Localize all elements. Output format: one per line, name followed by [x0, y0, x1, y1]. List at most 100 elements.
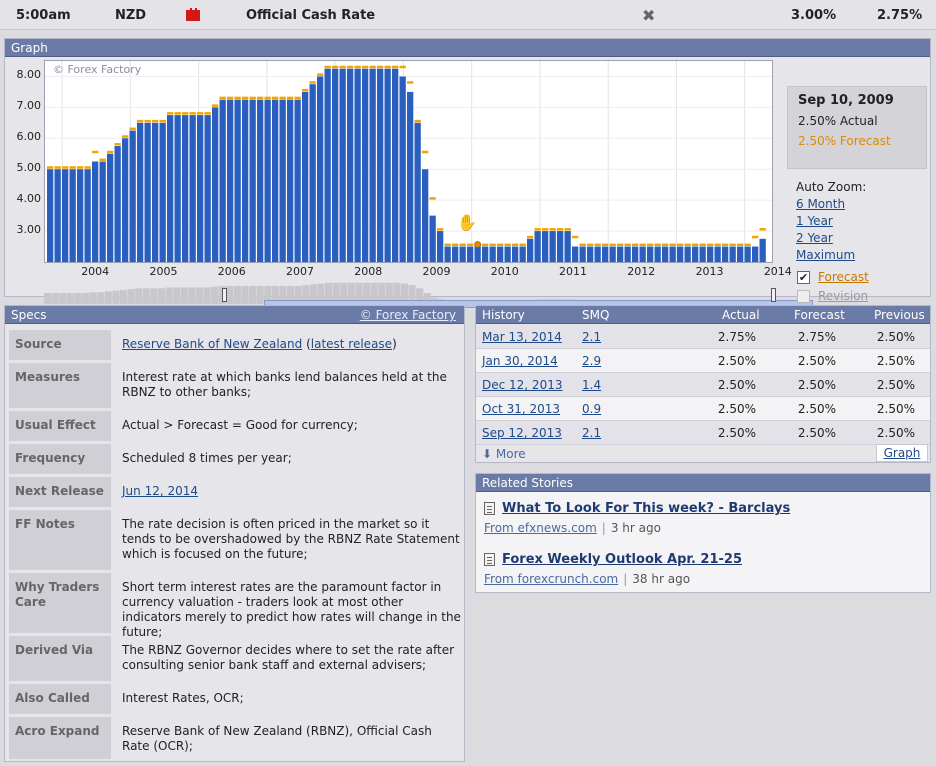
chart-bar [699, 246, 706, 262]
chart-bar [504, 246, 511, 262]
forecast-marker [339, 65, 346, 69]
close-icon[interactable]: ✖ [642, 6, 655, 25]
chart-svg[interactable] [45, 61, 772, 262]
forecast-marker [212, 104, 219, 107]
spec-row-derived-via: Derived Via The RBNZ Governor decides wh… [9, 636, 461, 681]
forecast-marker [699, 243, 706, 247]
forecast-marker [354, 65, 361, 69]
event-previous: 2.75% [877, 8, 923, 23]
history-smq-link[interactable]: 2.1 [582, 426, 601, 440]
chart-bar [414, 122, 421, 262]
source-link[interactable]: Reserve Bank of New Zealand [122, 337, 302, 351]
forecast-marker [324, 65, 331, 69]
chart-bar [452, 246, 459, 262]
zoom-maximum[interactable]: Maximum [796, 247, 866, 264]
forecast-marker [722, 243, 729, 247]
forecast-marker [264, 96, 271, 100]
forecast-marker [624, 243, 631, 247]
forecast-marker [504, 243, 511, 247]
forecast-marker [744, 243, 751, 247]
next-release-link[interactable]: Jun 12, 2014 [122, 484, 198, 498]
spec-row-acro-expand: Acro Expand Reserve Bank of New Zealand … [9, 717, 461, 759]
chart-bar [497, 246, 504, 262]
overview-bar [59, 293, 67, 304]
chart-bar [542, 231, 549, 262]
history-smq-link[interactable]: 0.9 [582, 402, 601, 416]
history-actual: 2.50% [717, 426, 756, 440]
story-title-link[interactable]: What To Look For This week? - Barclays [502, 501, 790, 516]
event-row[interactable]: 5:00am NZD Official Cash Rate ✖ 3.00% 2.… [0, 0, 936, 30]
spec-value: Short term interest rates are the paramo… [122, 580, 461, 639]
revision-toggle[interactable]: Revision [797, 289, 868, 303]
chart-bar [714, 246, 721, 262]
forecast-toggle-label[interactable]: Forecast [818, 270, 869, 284]
overview-bar [173, 287, 181, 304]
history-date-link[interactable]: Jan 30, 2014 [482, 354, 558, 368]
specs-copyright-link[interactable]: © Forex Factory [360, 306, 456, 324]
forecast-marker [137, 119, 144, 123]
story-source[interactable]: From efxnews.com [484, 521, 597, 535]
forecast-marker [309, 81, 316, 84]
overview-left-handle[interactable] [222, 288, 227, 302]
graph-panel: Graph 8.00 7.00 6.00 5.00 4.00 3.00 © Forex F… [4, 38, 931, 308]
auto-zoom-label: Auto Zoom: [796, 180, 867, 194]
story-title[interactable]: Forex Weekly Outlook Apr. 21-25 [484, 552, 924, 567]
overview-bar [195, 287, 203, 304]
forecast-marker [549, 228, 556, 231]
latest-release-link[interactable]: latest release [311, 337, 392, 351]
chart-bar [677, 246, 684, 262]
specs-panel: Specs © Forex Factory Source Reserve Ban… [4, 305, 465, 762]
zoom-6-month[interactable]: 6 Month [796, 196, 866, 213]
event-currency: NZD [115, 8, 147, 23]
chart-bar [144, 122, 151, 262]
chart-bar [594, 246, 601, 262]
story-title-link[interactable]: Forex Weekly Outlook Apr. 21-25 [502, 552, 742, 567]
history-date-link[interactable]: Dec 12, 2013 [482, 378, 562, 392]
chart-plot[interactable]: © Forex Factory [44, 60, 773, 263]
y-tick-label: 8.00 [16, 68, 42, 82]
forecast-toggle[interactable]: ✔ Forecast [797, 270, 869, 284]
forecast-marker [362, 65, 369, 69]
overview-navigator[interactable] [44, 282, 813, 308]
forecast-marker [234, 96, 241, 100]
more-button[interactable]: ⬇ More [482, 447, 526, 461]
chart-bar [107, 153, 114, 262]
history-smq-link[interactable]: 1.4 [582, 378, 601, 392]
more-label[interactable]: More [496, 447, 526, 461]
chart-bar [137, 122, 144, 262]
history-previous: 2.50% [876, 426, 915, 440]
forecast-marker [174, 112, 181, 115]
history-smq-link[interactable]: 2.9 [582, 354, 601, 368]
spec-row-ff-notes: FF Notes The rate decision is often pric… [9, 510, 461, 570]
forecast-marker [317, 73, 324, 76]
spec-row-also-called: Also Called Interest Rates, OCR; [9, 684, 461, 714]
story-source[interactable]: From forexcrunch.com [484, 572, 618, 586]
chart-bar [512, 246, 519, 262]
history-smq-link[interactable]: 2.1 [582, 330, 601, 344]
forecast-checkbox[interactable]: ✔ [797, 270, 810, 284]
spec-label: Frequency [9, 444, 111, 474]
spec-value: The rate decision is often priced in the… [122, 517, 460, 561]
forecast-marker [159, 119, 166, 123]
x-tick-label: 2004 [81, 265, 110, 278]
revision-checkbox[interactable] [797, 289, 810, 303]
story-meta: From efxnews.com | 3 hr ago [484, 521, 661, 535]
forecast-marker [369, 65, 376, 69]
chart-bar [647, 246, 654, 262]
x-axis: 2004 2005 2006 2007 2008 2009 2010 2011 2012 2013… [44, 265, 792, 279]
revision-toggle-label[interactable]: Revision [818, 289, 868, 303]
zoom-2-year[interactable]: 2 Year [796, 230, 866, 247]
history-date-link[interactable]: Mar 13, 2014 [482, 330, 562, 344]
overview-right-handle[interactable] [771, 288, 776, 302]
graph-button[interactable]: Graph [876, 444, 928, 462]
history-date-link[interactable]: Oct 31, 2013 [482, 402, 560, 416]
chart-bar [519, 246, 526, 262]
event-title[interactable]: Official Cash Rate [246, 8, 375, 23]
history-date-link[interactable]: Sep 12, 2013 [482, 426, 562, 440]
spec-row-why-traders-care: Why Traders Care Short term interest rat… [9, 573, 461, 639]
story-title[interactable]: What To Look For This week? - Barclays [484, 501, 924, 516]
zoom-1-year[interactable]: 1 Year [796, 213, 866, 230]
spec-label: Source [9, 330, 111, 360]
forecast-marker [392, 65, 399, 69]
forecast-marker [534, 228, 541, 231]
